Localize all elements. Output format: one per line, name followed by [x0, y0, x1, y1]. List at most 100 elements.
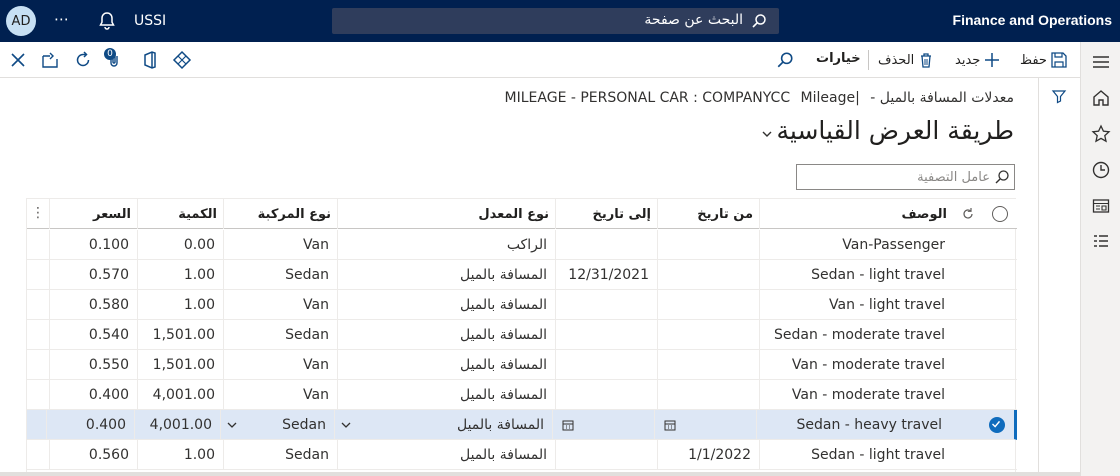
filter-funnel-icon[interactable]: [1051, 88, 1067, 104]
page-search-box[interactable]: البحث عن صفحة: [332, 8, 779, 34]
cell-price[interactable]: 0.100: [49, 230, 137, 260]
cell-to-date[interactable]: [555, 350, 657, 380]
table-row[interactable]: Sedan - heavy travel المسافة بالميل Sedan 4…: [27, 410, 1017, 440]
column-header-to-date[interactable]: إلى تاريخ: [555, 199, 657, 229]
cell-to-date[interactable]: 12/31/2021: [555, 260, 657, 290]
cell-quantity[interactable]: 1,501.00: [137, 320, 223, 350]
table-row[interactable]: Sedan - moderate travel المسافة بالميل Sed…: [27, 320, 1017, 350]
cell-vehicle-type[interactable]: Van: [223, 350, 337, 380]
cell-rate-type[interactable]: المسافة بالميل: [337, 290, 555, 320]
table-row[interactable]: Van - light travel المسافة بالميل Van 1.00 0…: [27, 290, 1017, 320]
cell-from-date[interactable]: 1/1/2022: [657, 440, 759, 470]
delete-button[interactable]: الحذف: [878, 51, 935, 69]
refresh-column-icon[interactable]: [961, 207, 975, 221]
cell-rate-type[interactable]: المسافة بالميل: [337, 320, 555, 350]
to-date-calendar-icon[interactable]: [562, 419, 574, 431]
column-header-from-date[interactable]: من تاريخ: [657, 199, 759, 229]
hamburger-menu-icon[interactable]: [1091, 52, 1111, 72]
notifications-bell-icon[interactable]: [98, 11, 116, 31]
select-all-checkbox[interactable]: [992, 206, 1008, 222]
cell-rate-type[interactable]: المسافة بالميل: [337, 380, 555, 410]
cell-description[interactable]: Van - moderate travel: [759, 380, 953, 410]
cell-quantity[interactable]: 4,001.00: [134, 410, 220, 440]
home-icon[interactable]: [1091, 88, 1111, 108]
cell-from-date[interactable]: [657, 260, 759, 290]
cell-price[interactable]: 0.400: [49, 380, 137, 410]
cell-rate-type[interactable]: الراكب: [337, 230, 555, 260]
cell-vehicle-type[interactable]: Van: [223, 230, 337, 260]
cell-price[interactable]: 0.570: [49, 260, 137, 290]
cell-to-date[interactable]: [555, 320, 657, 350]
refresh-icon[interactable]: [73, 50, 93, 70]
quick-filter-input[interactable]: [805, 167, 990, 187]
company-picker[interactable]: USSI: [134, 13, 166, 29]
cell-quantity[interactable]: 4,001.00: [137, 380, 223, 410]
column-header-price[interactable]: السعر: [49, 199, 137, 229]
cell-price[interactable]: 0.540: [49, 320, 137, 350]
office-icon[interactable]: [140, 50, 160, 70]
cell-from-date[interactable]: [657, 290, 759, 320]
action-search-icon[interactable]: [776, 51, 794, 69]
power-apps-icon[interactable]: [172, 50, 192, 70]
modules-list-icon[interactable]: [1091, 232, 1111, 252]
cell-vehicle-type[interactable]: Van: [223, 290, 337, 320]
column-header-vehicle-type[interactable]: نوع المركبة: [223, 199, 337, 229]
cell-description[interactable]: Sedan - heavy travel: [756, 410, 950, 440]
cell-from-date[interactable]: [657, 320, 759, 350]
table-row[interactable]: Van-Passenger الراكب Van 0.00 0.100: [27, 230, 1017, 260]
cell-price[interactable]: 0.550: [49, 350, 137, 380]
cell-from-date[interactable]: [657, 380, 759, 410]
cell-rate-type[interactable]: المسافة بالميل: [337, 350, 555, 380]
cell-price[interactable]: 0.560: [49, 440, 137, 470]
more-options-button[interactable]: ⋯: [54, 10, 70, 28]
cell-to-date[interactable]: [555, 380, 657, 410]
cell-rate-type[interactable]: المسافة بالميل: [337, 440, 555, 470]
cell-vehicle-type[interactable]: Sedan: [223, 320, 337, 350]
save-button[interactable]: حفظ: [1020, 51, 1068, 69]
cell-quantity[interactable]: 1.00: [137, 260, 223, 290]
cell-description[interactable]: Van-Passenger: [759, 230, 953, 260]
column-header-description[interactable]: الوصف: [759, 199, 953, 229]
column-options-icon[interactable]: ⋮: [31, 205, 45, 221]
view-selector[interactable]: طريقة العرض القياسية: [761, 116, 1014, 145]
cell-description[interactable]: Sedan - light travel: [759, 440, 953, 470]
new-button[interactable]: جديد: [955, 51, 1001, 69]
table-row[interactable]: Van - moderate travel المسافة بالميل Van 4,…: [27, 380, 1017, 410]
favorites-star-icon[interactable]: [1091, 124, 1111, 144]
row-select-checkbox[interactable]: [989, 417, 1005, 433]
rate-type-dropdown-chevron-icon[interactable]: [340, 419, 352, 431]
cell-from-date[interactable]: [657, 350, 759, 380]
user-avatar[interactable]: AD: [6, 6, 36, 36]
table-row[interactable]: Sedan - light travel 12/31/2021 المسافة با…: [27, 260, 1017, 290]
from-date-calendar-icon[interactable]: [664, 419, 676, 431]
cell-price[interactable]: 0.580: [49, 290, 137, 320]
cell-rate-type[interactable]: المسافة بالميل: [337, 260, 555, 290]
cell-quantity[interactable]: 1.00: [137, 290, 223, 320]
cell-rate-type[interactable]: المسافة بالميل: [334, 410, 552, 440]
cell-description[interactable]: Sedan - moderate travel: [759, 320, 953, 350]
cell-description[interactable]: Van - light travel: [759, 290, 953, 320]
horizontal-scrollbar[interactable]: [0, 472, 1080, 476]
vehicle-type-dropdown-chevron-icon[interactable]: [226, 419, 238, 431]
column-header-quantity[interactable]: الكمية: [137, 199, 223, 229]
close-icon[interactable]: [8, 50, 28, 70]
cell-quantity[interactable]: 1.00: [137, 440, 223, 470]
cell-vehicle-type[interactable]: Sedan: [223, 260, 337, 290]
table-row[interactable]: Van - moderate travel المسافة بالميل Van 1,…: [27, 350, 1017, 380]
cell-vehicle-type[interactable]: Sedan: [223, 440, 337, 470]
cell-vehicle-type[interactable]: Van: [223, 380, 337, 410]
open-in-new-window-icon[interactable]: [40, 50, 60, 70]
workspaces-icon[interactable]: [1091, 196, 1111, 216]
recent-clock-icon[interactable]: [1091, 160, 1111, 180]
cell-quantity[interactable]: 1,501.00: [137, 350, 223, 380]
table-row[interactable]: Sedan - light travel 1/1/2022 المسافة بالم…: [27, 440, 1017, 470]
cell-price[interactable]: 0.400: [46, 410, 134, 440]
cell-from-date[interactable]: [657, 230, 759, 260]
column-header-rate-type[interactable]: نوع المعدل: [337, 199, 555, 229]
quick-filter[interactable]: [796, 164, 1015, 190]
options-tab[interactable]: خيارات: [816, 51, 861, 66]
cell-quantity[interactable]: 0.00: [137, 230, 223, 260]
cell-to-date[interactable]: [555, 230, 657, 260]
cell-description[interactable]: Sedan - light travel: [759, 260, 953, 290]
cell-to-date[interactable]: [555, 290, 657, 320]
